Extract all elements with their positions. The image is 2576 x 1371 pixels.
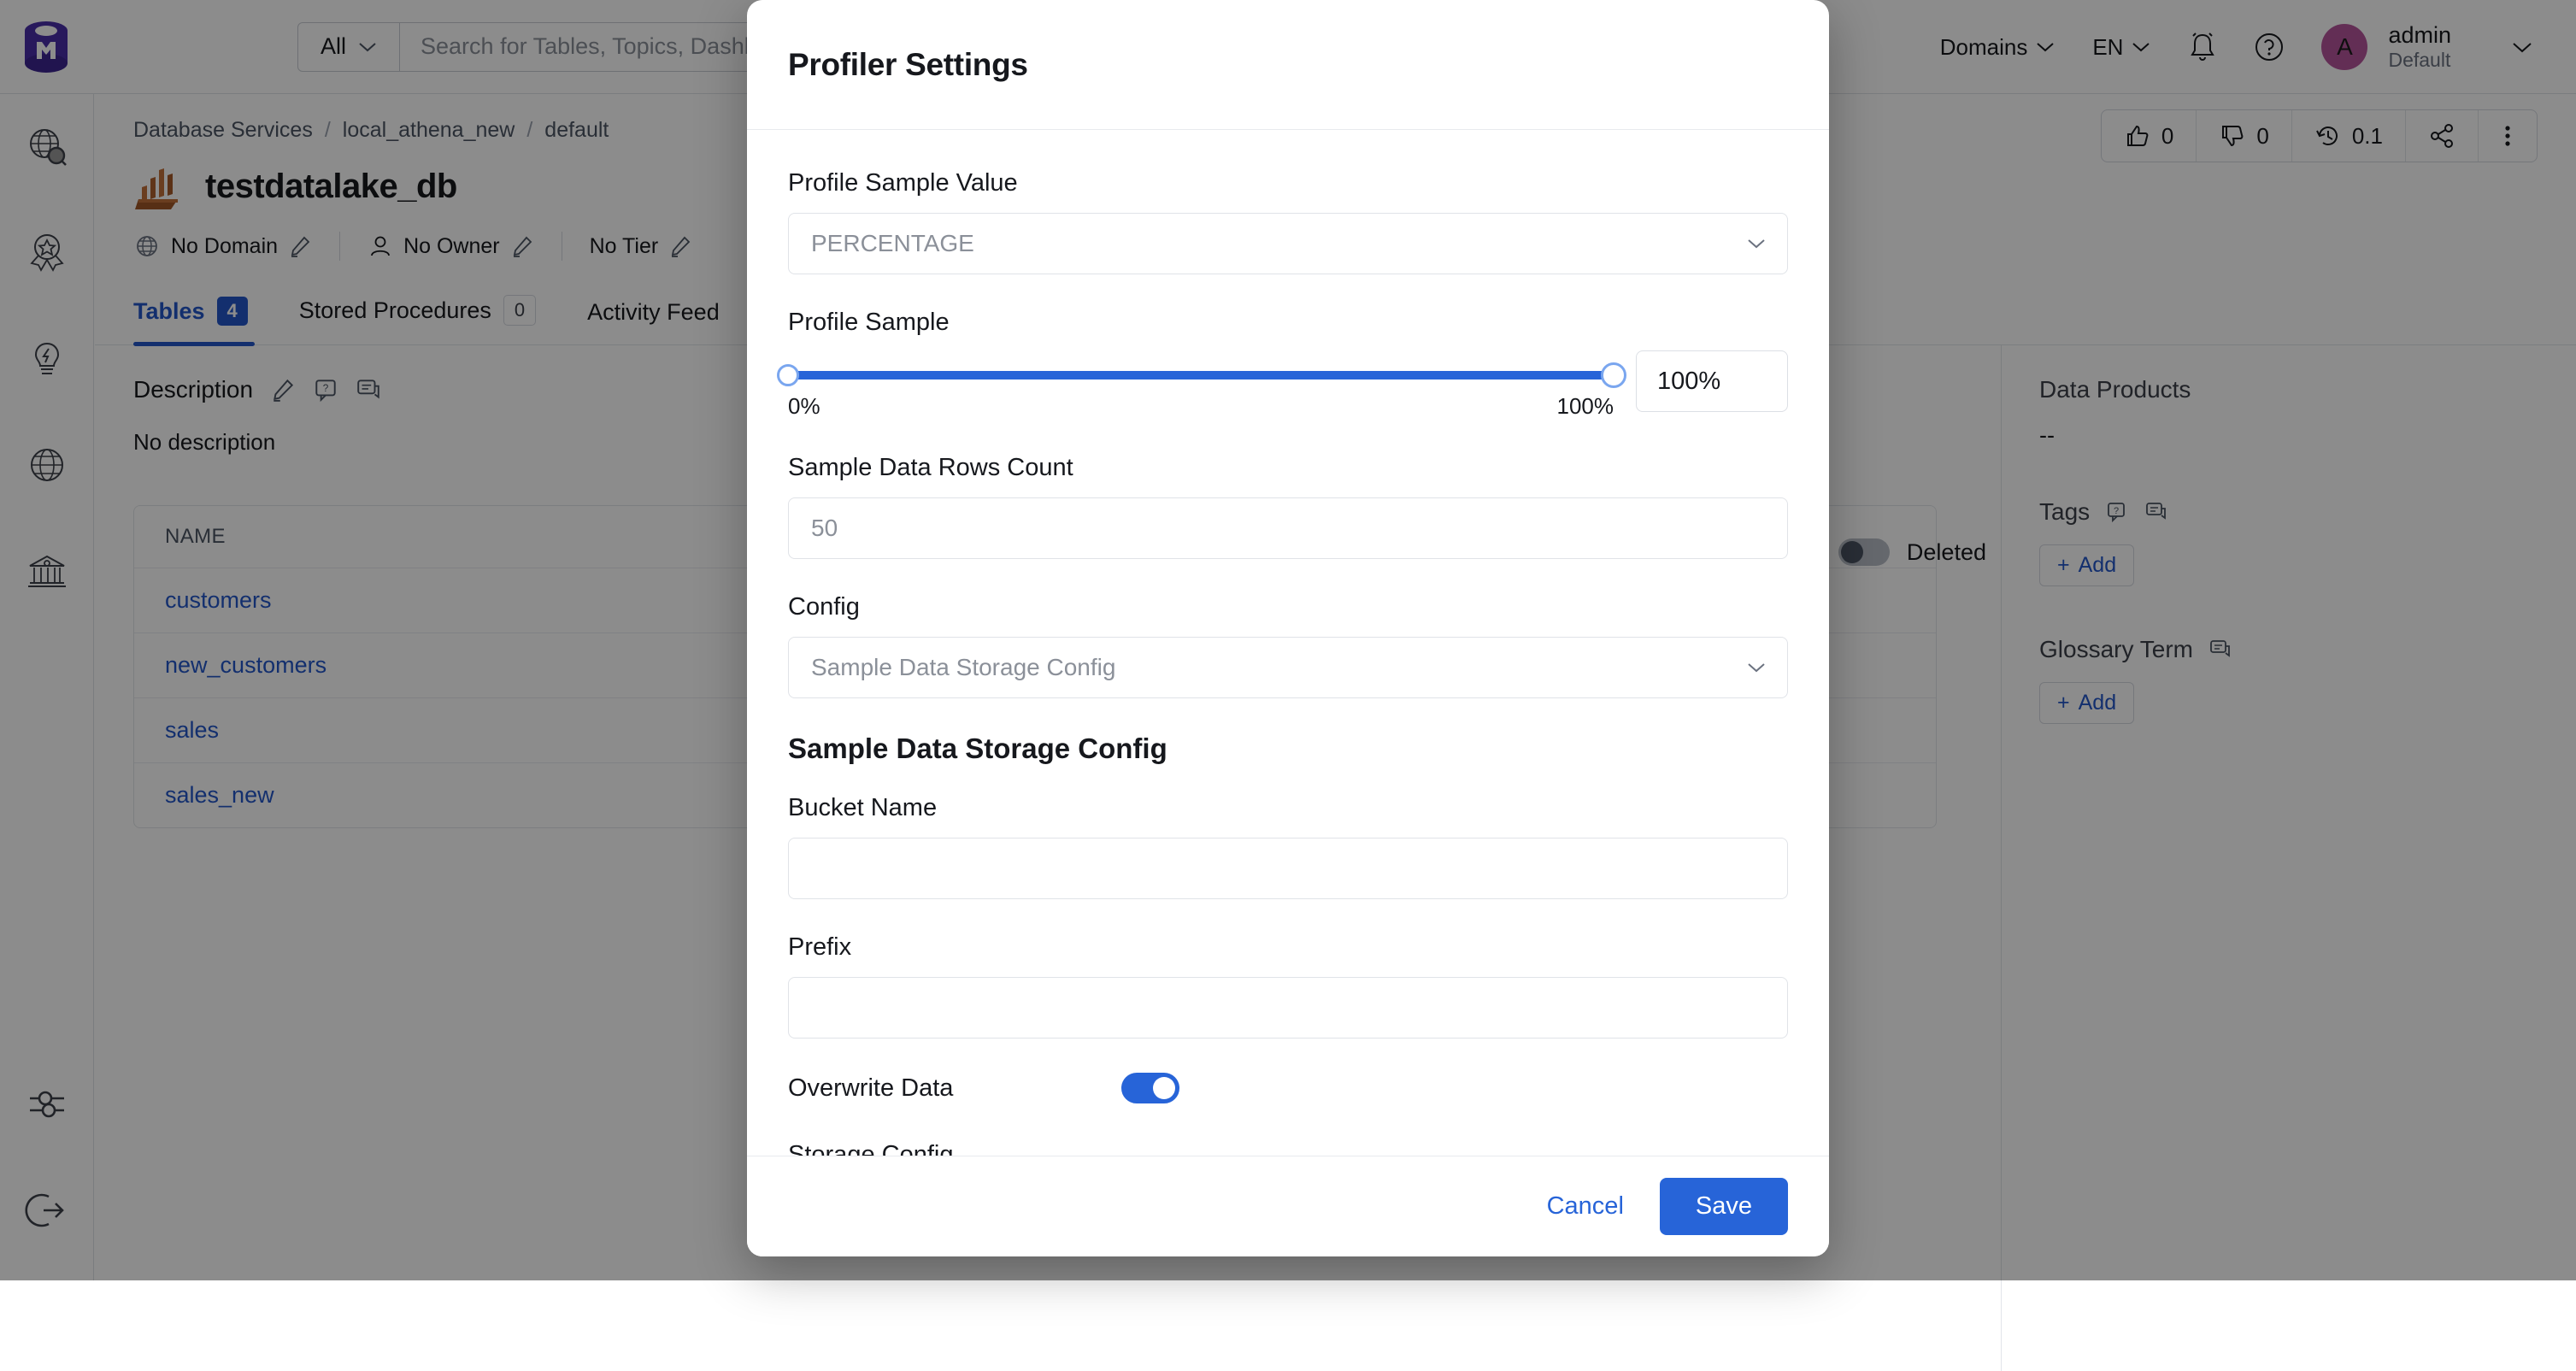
storage-config-field: Storage Config: [788, 1141, 1788, 1156]
modal-header: Profiler Settings: [747, 0, 1829, 130]
profile-sample-value-selected: PERCENTAGE: [811, 230, 974, 257]
bucket-name-field: Bucket Name: [788, 794, 1788, 899]
modal-footer: Cancel Save: [747, 1156, 1829, 1256]
slider-knob-start[interactable]: [777, 364, 799, 386]
config-field: Config Sample Data Storage Config: [788, 593, 1788, 698]
chevron-down-icon: [1746, 238, 1767, 250]
sample-data-rows-count-input[interactable]: 50: [788, 497, 1788, 559]
save-button[interactable]: Save: [1660, 1178, 1788, 1235]
prefix-input[interactable]: [788, 977, 1788, 1039]
bucket-name-input[interactable]: [788, 838, 1788, 899]
profile-sample-number-input[interactable]: 100%: [1636, 350, 1788, 412]
overwrite-data-toggle[interactable]: [1121, 1073, 1179, 1103]
sample-data-rows-count-label: Sample Data Rows Count: [788, 454, 1788, 482]
profile-sample-value-label: Profile Sample Value: [788, 169, 1788, 197]
cancel-button[interactable]: Cancel: [1540, 1184, 1631, 1229]
config-selected: Sample Data Storage Config: [811, 654, 1115, 681]
profile-sample-slider-row: 0% 100% 100%: [788, 350, 1788, 420]
overwrite-data-row: Overwrite Data: [788, 1073, 1788, 1103]
bucket-name-label: Bucket Name: [788, 794, 1788, 822]
storage-config-label: Storage Config: [788, 1141, 1788, 1156]
profile-sample-label: Profile Sample: [788, 309, 1788, 337]
slider-knob-end[interactable]: [1601, 362, 1626, 388]
slider-scale: 0% 100%: [788, 393, 1614, 420]
prefix-field: Prefix: [788, 933, 1788, 1039]
sample-data-rows-count-field: Sample Data Rows Count 50: [788, 454, 1788, 559]
config-label: Config: [788, 593, 1788, 621]
profile-sample-number-value: 100%: [1657, 368, 1720, 396]
slider-max-label: 100%: [1557, 393, 1614, 420]
profiler-settings-modal: Profiler Settings Profile Sample Value P…: [747, 0, 1829, 1256]
config-select[interactable]: Sample Data Storage Config: [788, 637, 1788, 698]
profile-sample-slider[interactable]: 0% 100%: [788, 350, 1614, 420]
profile-sample-value-field: Profile Sample Value PERCENTAGE: [788, 169, 1788, 274]
modal-body: Profile Sample Value PERCENTAGE Profile …: [747, 130, 1829, 1156]
profile-sample-field: Profile Sample 0% 100% 100%: [788, 309, 1788, 420]
sample-data-rows-count-value: 50: [811, 515, 838, 542]
profile-sample-value-select[interactable]: PERCENTAGE: [788, 213, 1788, 274]
prefix-label: Prefix: [788, 933, 1788, 962]
slider-min-label: 0%: [788, 393, 820, 420]
chevron-down-icon: [1746, 662, 1767, 674]
slider-track[interactable]: [788, 371, 1614, 380]
storage-config-section-title: Sample Data Storage Config: [788, 733, 1788, 765]
overwrite-data-label: Overwrite Data: [788, 1074, 1121, 1103]
modal-title: Profiler Settings: [788, 47, 1028, 83]
